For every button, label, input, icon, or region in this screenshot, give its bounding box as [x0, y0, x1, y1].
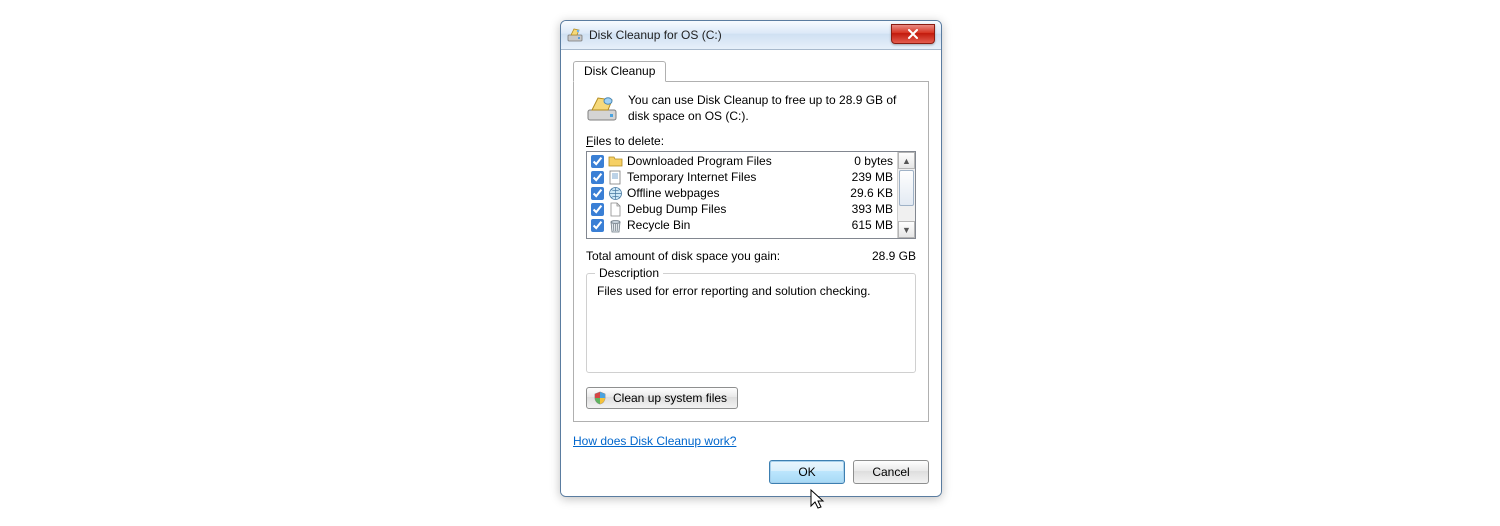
list-item-size: 393 MB — [852, 202, 893, 216]
description-text: Files used for error reporting and solut… — [597, 284, 905, 298]
cancel-button[interactable]: Cancel — [853, 460, 929, 484]
list-item[interactable]: Offline webpages 29.6 KB — [587, 185, 897, 201]
list-item-name: Downloaded Program Files — [627, 154, 850, 168]
files-listbox[interactable]: Downloaded Program Files0 bytesTemporary… — [586, 151, 916, 239]
list-item-size: 615 MB — [852, 218, 893, 232]
disk-cleanup-icon — [567, 27, 583, 43]
list-item-checkbox[interactable] — [591, 155, 604, 168]
list-item[interactable]: Temporary Internet Files 239 MB — [587, 169, 897, 185]
window-title: Disk Cleanup for OS (C:) — [589, 28, 722, 42]
list-item-checkbox[interactable] — [591, 187, 604, 200]
close-button[interactable] — [891, 24, 935, 44]
doc-icon — [608, 170, 623, 185]
button-row: OK Cancel — [573, 460, 929, 484]
list-item-checkbox[interactable] — [591, 203, 604, 216]
total-label: Total amount of disk space you gain: — [586, 249, 780, 263]
close-icon — [907, 29, 919, 39]
intro-text: You can use Disk Cleanup to free up to 2… — [628, 92, 916, 124]
list-item-name: Offline webpages — [627, 186, 846, 200]
ok-button[interactable]: OK — [769, 460, 845, 484]
files-to-delete-label: Files to delete: — [586, 134, 916, 148]
tab-row: Disk Cleanup — [573, 60, 929, 82]
total-value: 28.9 GB — [872, 249, 916, 263]
tab-disk-cleanup[interactable]: Disk Cleanup — [573, 61, 666, 82]
list-item[interactable]: Recycle Bin 615 MB — [587, 217, 897, 233]
dialog-window: Disk Cleanup for OS (C:) Disk Cleanup — [560, 20, 942, 497]
drive-icon — [586, 92, 618, 124]
shield-icon — [593, 391, 607, 405]
list-item[interactable]: Downloaded Program Files 0 bytes — [587, 153, 897, 169]
scroll-up-arrow[interactable]: ▲ — [898, 152, 915, 169]
description-groupbox: Description Files used for error reporti… — [586, 273, 916, 373]
list-item-name: Temporary Internet Files — [627, 170, 848, 184]
list-item-size: 239 MB — [852, 170, 893, 184]
tab-panel: You can use Disk Cleanup to free up to 2… — [573, 81, 929, 422]
bin-icon — [608, 218, 623, 233]
cleanup-system-files-button[interactable]: Clean up system files — [586, 387, 738, 409]
globe-icon — [608, 186, 623, 201]
list-item-name: Recycle Bin — [627, 218, 848, 232]
list-item-name: Debug Dump Files — [627, 202, 848, 216]
list-item[interactable]: Debug Dump Files 393 MB — [587, 201, 897, 217]
total-row: Total amount of disk space you gain: 28.… — [586, 249, 916, 263]
files-listbox-inner: Downloaded Program Files0 bytesTemporary… — [587, 152, 897, 238]
intro-section: You can use Disk Cleanup to free up to 2… — [586, 92, 916, 124]
scrollbar[interactable]: ▲ ▼ — [897, 152, 915, 238]
cleanup-system-files-label: Clean up system files — [613, 391, 727, 405]
list-item-size: 0 bytes — [854, 154, 893, 168]
list-item-checkbox[interactable] — [591, 219, 604, 232]
titlebar[interactable]: Disk Cleanup for OS (C:) — [561, 21, 941, 50]
description-legend: Description — [595, 266, 663, 280]
help-link[interactable]: How does Disk Cleanup work? — [573, 434, 736, 448]
dialog-body: Disk Cleanup You can use Disk Cleanup to… — [561, 50, 941, 496]
scroll-thumb[interactable] — [899, 170, 914, 206]
file-icon — [608, 202, 623, 217]
folder-icon — [608, 154, 623, 169]
scroll-down-arrow[interactable]: ▼ — [898, 221, 915, 238]
list-item-size: 29.6 KB — [850, 186, 893, 200]
list-item-checkbox[interactable] — [591, 171, 604, 184]
